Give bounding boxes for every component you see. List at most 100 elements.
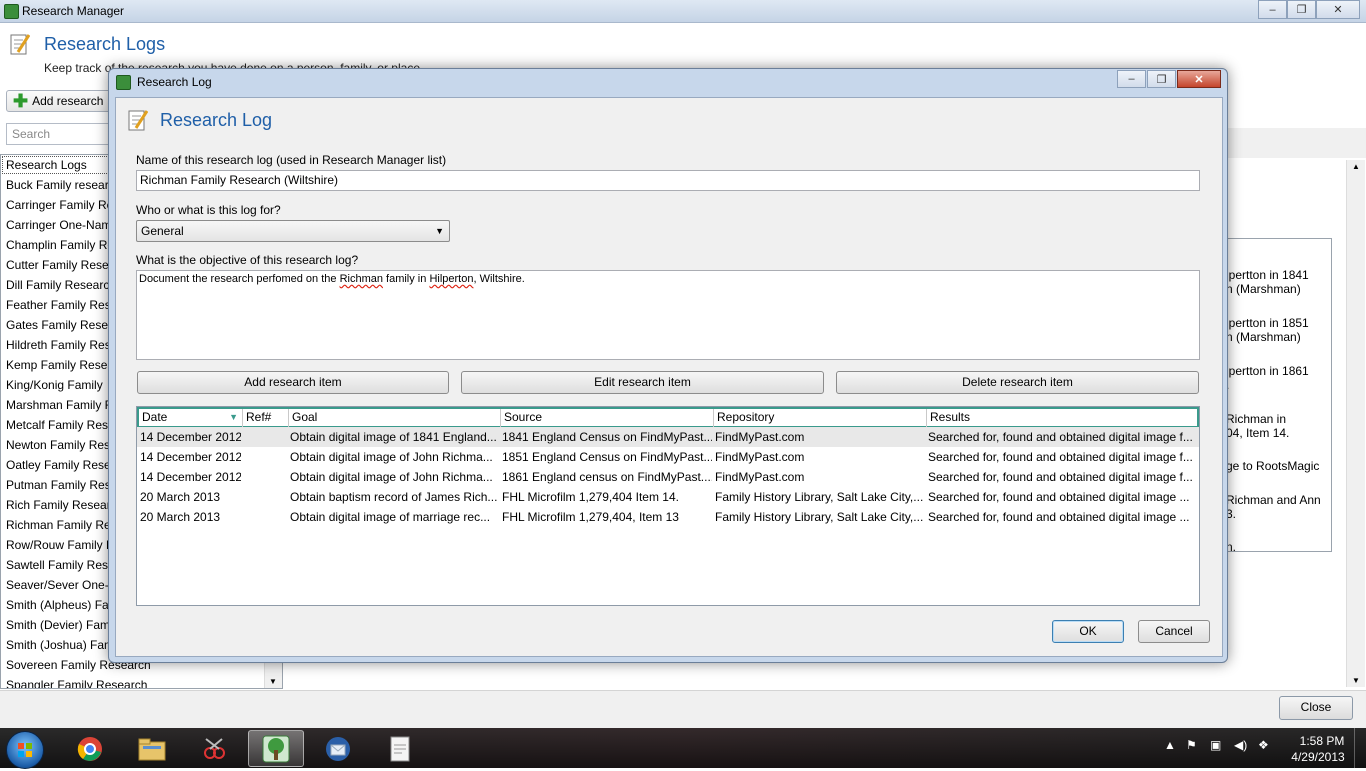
name-label: Name of this research log (used in Resea… <box>136 153 447 167</box>
show-hidden-icons-icon[interactable]: ▲ <box>1164 738 1176 752</box>
manager-window-title: Research Manager <box>22 4 125 18</box>
network-icon[interactable]: ▣ <box>1210 738 1221 752</box>
dialog-window-title: Research Log <box>137 75 212 89</box>
cell-repository: FindMyPast.com <box>715 470 805 484</box>
dropdown-arrow-icon[interactable]: ▼ <box>435 221 444 241</box>
list-item[interactable]: Spangler Family Research <box>1 675 282 688</box>
grid-header: Date ▼ Ref# Goal Source Repository Resul… <box>137 407 1199 427</box>
explorer-icon <box>138 738 166 760</box>
cell-ref <box>241 447 287 467</box>
rootsmagic-app-icon <box>116 75 131 90</box>
research-log-dialog: Research Log – ❐ ✕ Research Log Name of … <box>108 68 1228 663</box>
notepad-pencil-icon <box>128 110 148 131</box>
cell-ref <box>241 427 287 447</box>
cancel-button[interactable]: Cancel <box>1138 620 1210 643</box>
odf-document-taskbar-button[interactable] <box>372 730 428 767</box>
cell-source: FHL Microfilm 1,279,404, Item 13 <box>502 510 679 524</box>
add-research-item-button[interactable]: Add research item <box>137 371 449 394</box>
explorer-taskbar-button[interactable] <box>124 730 180 767</box>
search-input[interactable]: Search <box>6 123 110 145</box>
details-text-line: lpertton in 1841 <box>1226 268 1309 282</box>
plus-icon: ✚ <box>13 91 29 111</box>
snipping-tool-taskbar-button[interactable] <box>186 730 242 767</box>
for-label: Who or what is this log for? <box>136 203 281 217</box>
action-center-flag-icon[interactable]: ⚑ <box>1186 738 1197 752</box>
cell-goal: Obtain baptism record of James Rich... <box>290 490 498 504</box>
column-header-goal[interactable]: Goal <box>289 409 501 427</box>
cell-ref <box>241 487 287 507</box>
close-button[interactable]: Close <box>1279 696 1353 720</box>
snipping-tool-icon <box>204 737 225 759</box>
table-row[interactable]: 20 March 2013 Obtain digital image of mar… <box>137 507 1199 527</box>
cell-goal: Obtain digital image of John Richma... <box>290 470 493 484</box>
add-research-label: Add research <box>32 94 104 108</box>
research-items-grid[interactable]: Date ▼ Ref# Goal Source Repository Resul… <box>136 406 1200 606</box>
ok-button[interactable]: OK <box>1052 620 1124 643</box>
details-text-line: lpertton in 1861 <box>1226 364 1309 378</box>
details-text-line: Richman in <box>1226 412 1287 426</box>
rootsmagic-taskbar-button[interactable] <box>248 730 304 767</box>
manager-bottom-bar <box>0 690 1366 729</box>
minimize-button[interactable]: – <box>1258 0 1287 19</box>
details-text-line: 04, Item 14. <box>1226 426 1290 440</box>
cell-ref <box>241 467 287 487</box>
dropbox-icon[interactable]: ❖ <box>1258 738 1269 752</box>
scroll-down-icon[interactable]: ▼ <box>1352 676 1360 685</box>
table-row[interactable]: 14 December 2012 Obtain digital image of … <box>137 467 1199 487</box>
cell-goal: Obtain digital image of marriage rec... <box>290 510 491 524</box>
cell-goal: Obtain digital image of John Richma... <box>290 450 493 464</box>
maximize-button[interactable]: ❐ <box>1287 0 1316 19</box>
cell-results: Searched for, found and obtained digital… <box>928 490 1190 504</box>
thunderbird-taskbar-button[interactable] <box>310 730 366 767</box>
column-header-repository[interactable]: Repository <box>714 409 927 427</box>
objective-label: What is the objective of this research l… <box>136 253 359 267</box>
column-header-ref[interactable]: Ref# <box>243 409 289 427</box>
cell-source: 1841 England Census on FindMyPast.... <box>502 430 712 444</box>
volume-icon[interactable]: ◀) <box>1234 738 1247 752</box>
table-row[interactable]: 14 December 2012 Obtain digital image of … <box>137 427 1199 447</box>
table-row[interactable]: 14 December 2012 Obtain digital image of … <box>137 447 1199 467</box>
chrome-icon <box>77 736 102 761</box>
cell-repository: Family History Library, Salt Lake City,.… <box>715 510 924 524</box>
objective-text-part: Hilperton <box>429 273 474 285</box>
cell-source: 1851 England Census on FindMyPast.... <box>502 450 712 464</box>
details-text-line: Richman and Ann <box>1226 493 1321 507</box>
add-research-button[interactable]: ✚ Add research <box>6 90 118 112</box>
objective-text-part: Document the research perfomed on the <box>139 273 340 285</box>
objective-text-part: family in <box>382 273 430 285</box>
column-header-results[interactable]: Results <box>927 409 1197 427</box>
cell-results: Searched for, found and obtained digital… <box>928 450 1193 464</box>
show-desktop-button[interactable] <box>1354 728 1366 768</box>
details-scrollbar[interactable]: ▲ ▼ <box>1346 160 1365 687</box>
cell-goal: Obtain digital image of 1841 England... <box>290 430 497 444</box>
maximize-button[interactable]: ❐ <box>1147 70 1176 88</box>
table-row[interactable]: 20 March 2013 Obtain baptism record of Ja… <box>137 487 1199 507</box>
scroll-up-icon[interactable]: ▲ <box>1352 162 1360 171</box>
manager-titlebar: Research Manager – ❐ ✕ <box>0 0 1366 23</box>
clock-time[interactable]: 1:58 PM <box>1296 734 1348 748</box>
manager-header-title: Research Logs <box>44 34 166 54</box>
log-for-select[interactable]: General ▼ <box>136 220 450 242</box>
minimize-button[interactable]: – <box>1117 70 1146 88</box>
close-window-button[interactable]: ✕ <box>1316 0 1360 19</box>
column-header-date[interactable]: Date ▼ <box>139 409 243 427</box>
clock-date[interactable]: 4/29/2013 <box>1288 750 1348 764</box>
thunderbird-icon <box>326 736 350 761</box>
cell-source: 1861 England census on FindMyPast.... <box>502 470 712 484</box>
start-button[interactable] <box>6 731 44 769</box>
cell-ref <box>241 507 287 527</box>
delete-research-item-button[interactable]: Delete research item <box>836 371 1199 394</box>
chrome-taskbar-button[interactable] <box>62 730 118 767</box>
edit-research-item-button[interactable]: Edit research item <box>461 371 824 394</box>
cell-date: 14 December 2012 <box>140 470 241 484</box>
cell-source: FHL Microfilm 1,279,404 Item 14. <box>502 490 679 504</box>
sort-descending-icon: ▼ <box>229 412 238 422</box>
details-text-line: n (Marshman) <box>1226 330 1301 344</box>
close-window-button[interactable]: ✕ <box>1177 70 1221 88</box>
column-header-source[interactable]: Source <box>501 409 714 427</box>
scroll-down-icon[interactable]: ▼ <box>269 677 277 686</box>
objective-textarea[interactable]: Document the research perfomed on the Ri… <box>136 270 1200 360</box>
rootsmagic-app-icon <box>4 4 19 19</box>
log-name-input[interactable]: Richman Family Research (Wiltshire) <box>136 170 1200 191</box>
details-text-line: n (Marshman) <box>1226 282 1301 296</box>
